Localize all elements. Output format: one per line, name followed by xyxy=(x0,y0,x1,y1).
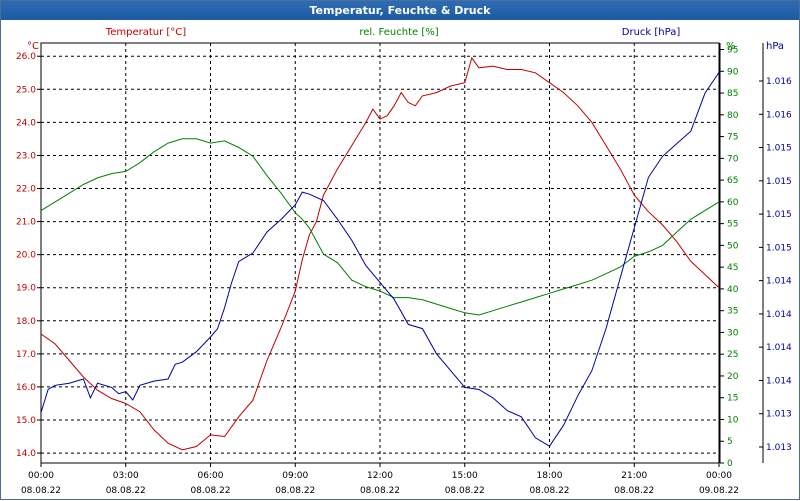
temp-tick-label: 14.0 xyxy=(16,449,36,459)
pressure-tick-label: 1.013 xyxy=(766,443,792,453)
humidity-tick-label: 55 xyxy=(727,220,738,230)
pressure-tick-label: 1.015 xyxy=(766,177,792,187)
grid xyxy=(40,42,720,464)
legend-pressure: Druck [hPa] xyxy=(622,27,681,38)
x-tick-time: 06:00 xyxy=(198,471,224,481)
pressure-tick-label: 1.013 xyxy=(766,410,792,420)
x-tick-date: 09.08.22 xyxy=(699,486,739,496)
humidity-tick-label: 50 xyxy=(727,241,739,251)
humidity-tick-label: 20 xyxy=(727,372,739,382)
temp-tick-label: 20.0 xyxy=(16,251,36,261)
pressure-tick-label: 1.016 xyxy=(766,77,792,87)
pressure-tick-label: 1.015 xyxy=(766,210,792,220)
legend-temperature: Temperatur [°C] xyxy=(105,27,186,38)
x-tick-time: 00:00 xyxy=(706,471,732,481)
x-tick-date: 08.08.22 xyxy=(614,486,654,496)
temp-tick-label: 24.0 xyxy=(16,118,36,128)
humidity-tick-label: 75 xyxy=(727,133,738,143)
temp-unit: °C xyxy=(27,41,39,52)
humidity-tick-label: 15 xyxy=(727,394,738,404)
humidity-tick-label: 5 xyxy=(727,437,733,447)
humidity-tick-label: 90 xyxy=(727,67,739,77)
x-tick-date: 08.08.22 xyxy=(190,486,230,496)
x-tick-time: 00:00 xyxy=(28,471,54,481)
humidity-tick-label: 40 xyxy=(727,285,739,295)
x-tick-date: 08.08.22 xyxy=(360,486,400,496)
x-tick-time: 15:00 xyxy=(452,471,478,481)
chart-canvas: 00:00 08.08.22 03:00 08.08.22 06:00 08.08.22 0… xyxy=(16,27,792,496)
chart-window: Temperatur, Feuchte & Druck 00:00 08.08.2… xyxy=(0,0,800,500)
humidity-tick-label: 65 xyxy=(727,176,738,186)
humidity-tick-label: 0 xyxy=(727,459,733,469)
temp-tick-label: 15.0 xyxy=(16,416,36,426)
humidity-tick-label: 30 xyxy=(727,328,739,338)
temp-tick-label: 19.0 xyxy=(16,284,36,294)
humidity-tick-label: 35 xyxy=(727,307,738,317)
x-tick-date: 08.08.22 xyxy=(106,486,146,496)
temp-tick-label: 21.0 xyxy=(16,218,36,228)
pressure-tick-label: 1.014 xyxy=(766,277,792,287)
humidity-tick-label: 25 xyxy=(727,350,738,360)
temp-tick-label: 22.0 xyxy=(16,185,36,195)
temp-tick-label: 16.0 xyxy=(16,383,36,393)
x-tick-time: 12:00 xyxy=(367,471,393,481)
pressure-tick-label: 1.014 xyxy=(766,376,792,386)
humidity-unit: % xyxy=(726,41,736,52)
legend-humidity: rel. Feuchte [%] xyxy=(359,27,438,38)
temp-tick-label: 23.0 xyxy=(16,151,36,161)
x-tick-date: 08.08.22 xyxy=(445,486,485,496)
pressure-tick-label: 1.015 xyxy=(766,144,792,154)
x-tick-date: 08.08.22 xyxy=(21,486,61,496)
pressure-unit: hPa xyxy=(766,41,784,52)
humidity-tick-label: 80 xyxy=(727,111,739,121)
humidity-tick-label: 60 xyxy=(727,198,739,208)
humidity-tick-label: 85 xyxy=(727,89,738,99)
pressure-tick-label: 1.014 xyxy=(766,343,792,353)
axes: 00:00 08.08.22 03:00 08.08.22 06:00 08.08.22 0… xyxy=(16,41,792,496)
x-tick-time: 03:00 xyxy=(113,471,139,481)
x-tick-time: 21:00 xyxy=(621,471,647,481)
pressure-tick-label: 1.014 xyxy=(766,310,792,320)
x-tick-time: 09:00 xyxy=(282,471,308,481)
pressure-tick-label: 1.016 xyxy=(766,110,792,120)
humidity-tick-label: 45 xyxy=(727,263,738,273)
x-tick-date: 08.08.22 xyxy=(275,486,315,496)
temp-tick-label: 25.0 xyxy=(16,85,36,95)
x-tick-date: 08.08.22 xyxy=(529,486,569,496)
humidity-tick-label: 10 xyxy=(727,415,739,425)
temp-tick-label: 26.0 xyxy=(16,52,36,62)
x-tick-time: 18:00 xyxy=(537,471,563,481)
pressure-tick-label: 1.015 xyxy=(766,243,792,253)
humidity-tick-label: 70 xyxy=(727,154,739,164)
temp-tick-label: 18.0 xyxy=(16,317,36,327)
temp-tick-label: 17.0 xyxy=(16,350,36,360)
